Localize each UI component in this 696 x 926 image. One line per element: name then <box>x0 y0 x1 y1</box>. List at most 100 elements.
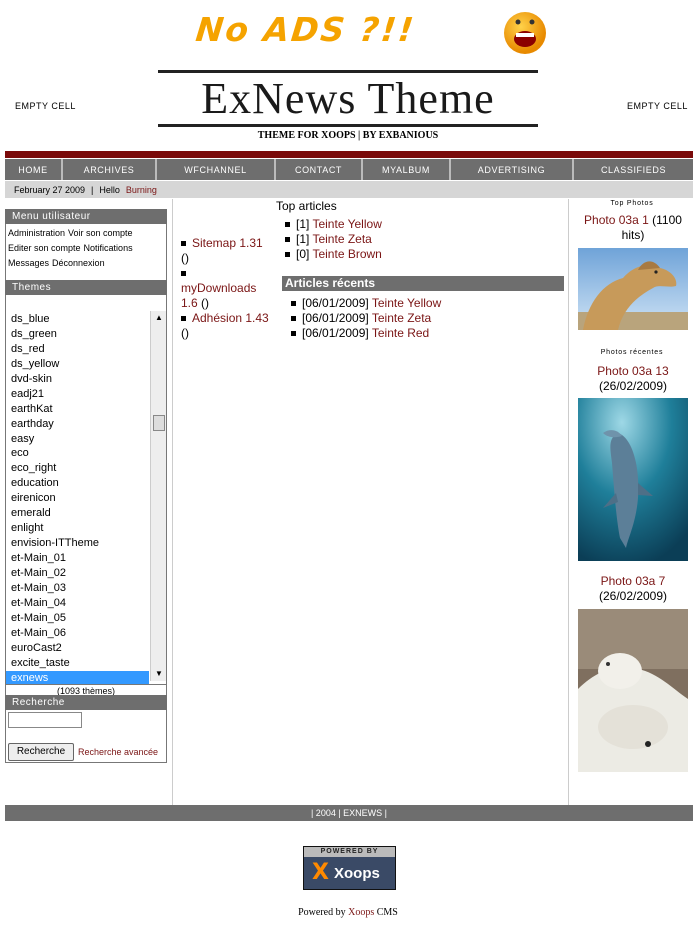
top-photo-link[interactable]: Photo 03a 1 <box>584 213 649 227</box>
theme-option[interactable]: excite_taste <box>6 656 149 671</box>
themes-block: Themes ds_blue ds_green ds_red ds_yellow dvd… <box>5 280 167 700</box>
theme-option[interactable]: ds_green <box>6 327 149 342</box>
nav-archives[interactable]: ARCHIVES <box>63 159 155 180</box>
module-item: Sitemap 1.31() <box>181 236 271 266</box>
theme-option[interactable]: et-Main_06 <box>6 626 149 641</box>
info-bar: February 27 2009 | Hello Burning <box>5 181 693 198</box>
nav-home[interactable]: HOME <box>5 159 61 180</box>
logo-rule-bottom <box>158 124 538 127</box>
theme-option[interactable]: et-Main_02 <box>6 566 149 581</box>
recent-photo-date: (26/02/2009) <box>598 589 668 603</box>
theme-option[interactable]: earthday <box>6 417 149 432</box>
theme-option[interactable]: eco <box>6 446 149 461</box>
menu-link-administration[interactable]: Administration <box>8 228 65 238</box>
top-photos-caption: Top Photos <box>610 200 654 207</box>
themes-scrollbar[interactable]: ▲ ▼ <box>150 311 166 681</box>
theme-option[interactable]: easy <box>6 432 149 447</box>
article-link[interactable]: Teinte Yellow <box>312 217 381 231</box>
menu-link-view-account[interactable]: Voir son compte <box>68 228 133 238</box>
top-photo-caption: Photo 03a 1 (1100 hits) <box>574 213 692 243</box>
top-articles-block: Top articles [1] Teinte Yellow [1] Teint… <box>276 199 566 262</box>
badge-name: Xoops <box>334 865 380 882</box>
search-block: Recherche Recherche Recherche avancée <box>5 695 167 763</box>
empty-cell-left: EMPTY CELL <box>15 101 76 111</box>
user-menu-title: Menu utilisateur <box>5 209 167 224</box>
theme-option[interactable]: euroCast2 <box>6 641 149 656</box>
theme-option[interactable]: eirenicon <box>6 491 149 506</box>
recent-photo-caption: Photo 03a 7 (26/02/2009) <box>574 574 692 604</box>
nav-myalbum[interactable]: MYALBUM <box>363 159 449 180</box>
search-input[interactable] <box>8 712 82 728</box>
menu-link-logout[interactable]: Déconnexion <box>52 258 105 268</box>
powered-prefix: Powered by <box>298 907 346 918</box>
recent-photo-date: (26/02/2009) <box>598 379 668 393</box>
menu-link-notifications[interactable]: Notifications <box>84 243 133 253</box>
left-column-divider <box>172 199 173 805</box>
user-menu-block: Menu utilisateur Administration Voir son … <box>5 209 167 284</box>
menu-link-messages[interactable]: Messages <box>8 258 49 268</box>
theme-option[interactable]: eadj21 <box>6 387 149 402</box>
bullet-icon <box>181 316 186 322</box>
theme-option[interactable]: education <box>6 476 149 491</box>
module-item: myDownloads 1.6 () <box>181 281 271 311</box>
xoops-link[interactable]: Xoops <box>348 907 374 918</box>
theme-option[interactable]: ds_red <box>6 342 149 357</box>
module-item: Adhésion 1.43 () <box>181 311 271 341</box>
article-link[interactable]: Teinte Red <box>372 326 429 340</box>
bullet-icon <box>291 331 296 337</box>
article-link[interactable]: Teinte Yellow <box>372 296 441 310</box>
nav-contact[interactable]: CONTACT <box>276 159 361 180</box>
search-body: Recherche Recherche avancée <box>5 710 167 763</box>
advanced-search-link[interactable]: Recherche avancée <box>78 747 158 757</box>
theme-option[interactable]: dvd-skin <box>6 372 149 387</box>
scroll-up-arrow-icon[interactable]: ▲ <box>151 311 167 325</box>
theme-option[interactable]: envision-ITTheme <box>6 536 149 551</box>
article-link[interactable]: Teinte Brown <box>312 247 381 261</box>
dolphin-photo[interactable] <box>578 398 688 561</box>
main-nav: HOME ARCHIVES WFCHANNEL CONTACT MYALBUM … <box>5 159 693 180</box>
site-logo[interactable]: ExNews Theme THEME FOR XOOPS | BY EXBANI… <box>158 70 538 146</box>
screaming-smiley-icon <box>504 12 546 54</box>
module-link[interactable]: Sitemap 1.31 <box>192 236 263 250</box>
bullet-icon <box>291 301 296 307</box>
module-link[interactable]: Adhésion 1.43 <box>192 311 269 325</box>
recent-photo-caption: Photo 03a 13 (26/02/2009) <box>574 364 692 394</box>
nav-wfchannel[interactable]: WFCHANNEL <box>157 159 274 180</box>
badge-top-text: POWERED BY <box>304 847 395 857</box>
powered-by-xoops-badge[interactable]: POWERED BY X Xoops <box>303 846 396 890</box>
user-link[interactable]: Burning <box>126 185 157 195</box>
no-ads-text: No ADS ?!! <box>193 10 418 49</box>
theme-option[interactable]: et-Main_05 <box>6 611 149 626</box>
theme-option[interactable]: enlight <box>6 521 149 536</box>
theme-option[interactable]: emerald <box>6 506 149 521</box>
themes-listbox[interactable]: ds_blue ds_green ds_red ds_yellow dvd-skin ea… <box>5 295 167 700</box>
scroll-down-arrow-icon[interactable]: ▼ <box>151 667 167 681</box>
article-link[interactable]: Teinte Zeta <box>372 311 431 325</box>
camel-photo[interactable] <box>578 248 688 330</box>
theme-option[interactable]: ds_yellow <box>6 357 149 372</box>
themes-options: ds_blue ds_green ds_red ds_yellow dvd-skin ea… <box>6 312 149 686</box>
theme-option[interactable]: earthKat <box>6 402 149 417</box>
bullet-icon <box>181 241 186 247</box>
theme-option[interactable]: et-Main_01 <box>6 551 149 566</box>
no-ads-banner: No ADS ?!! <box>193 6 556 56</box>
module-extra: () <box>201 296 210 310</box>
module-extra: () <box>181 251 189 265</box>
search-button[interactable]: Recherche <box>8 743 74 761</box>
nav-classifieds[interactable]: CLASSIFIEDS <box>574 159 693 180</box>
nav-advertising[interactable]: ADVERTISING <box>451 159 572 180</box>
article-link[interactable]: Teinte Zeta <box>312 232 371 246</box>
polar-bear-photo[interactable] <box>578 609 688 772</box>
header-accent-bar <box>5 151 693 158</box>
recent-photo-link[interactable]: Photo 03a 7 <box>601 574 666 588</box>
recent-photo-link[interactable]: Photo 03a 13 <box>597 364 668 378</box>
theme-option[interactable]: et-Main_03 <box>6 581 149 596</box>
scroll-thumb[interactable] <box>153 415 165 431</box>
theme-option[interactable]: et-Main_04 <box>6 596 149 611</box>
module-link[interactable]: myDownloads 1.6 <box>181 281 256 310</box>
theme-option[interactable]: ds_blue <box>6 312 149 327</box>
theme-option[interactable]: eco_right <box>6 461 149 476</box>
article-date: [06/01/2009] <box>302 296 369 310</box>
menu-link-edit-account[interactable]: Editer son compte <box>8 243 81 253</box>
powered-suffix: CMS <box>376 907 398 918</box>
